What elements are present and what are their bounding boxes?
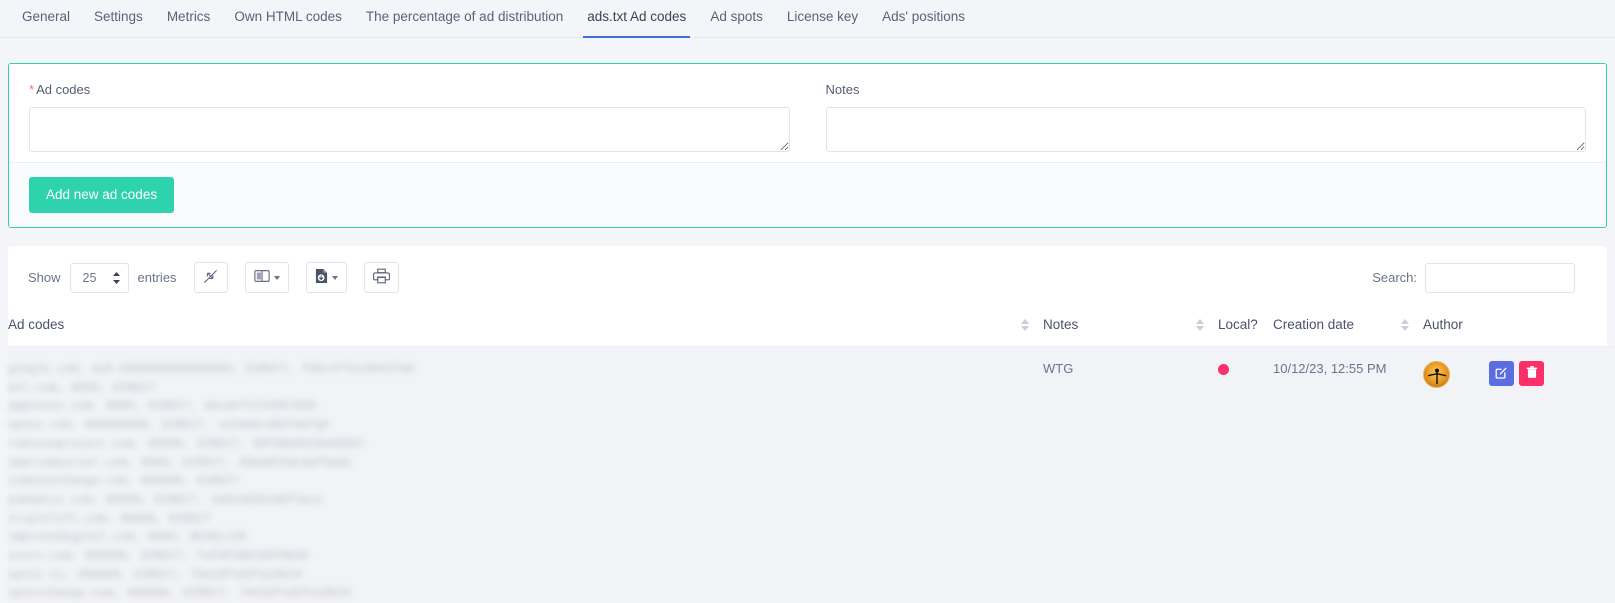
collapse-expand-icon	[203, 269, 218, 287]
column-visibility-button-group	[244, 262, 289, 293]
search-input[interactable]	[1425, 262, 1575, 293]
column-visibility-button[interactable]	[244, 262, 289, 293]
edit-icon	[1495, 366, 1508, 382]
show-label: Show	[28, 269, 61, 285]
delete-icon	[1526, 365, 1538, 382]
tab-ad-spots[interactable]: Ad spots	[698, 0, 775, 38]
tab-percentage-of-ad-distribution[interactable]: The percentage of ad distribution	[354, 0, 575, 38]
column-visibility-icon	[253, 269, 270, 286]
page-length-select-wrap: 10 25 50 100	[69, 262, 129, 293]
ad-codes-field-group: * Ad codes	[29, 82, 808, 152]
chevron-down-icon	[273, 275, 280, 280]
collapse-expand-button-group	[193, 262, 228, 293]
table-header-row: Ad codes Notes Local? Creation date Auth…	[8, 303, 1615, 347]
cell-creation-date: 10/12/23, 12:55 PM	[1273, 346, 1423, 603]
tab-settings[interactable]: Settings	[82, 0, 155, 38]
ad-codes-label: * Ad codes	[29, 82, 790, 98]
sort-arrows-icon	[1021, 318, 1029, 331]
column-header-local[interactable]: Local?	[1218, 303, 1273, 347]
ad-codes-table-card: Show 10 25 50 100 entries	[8, 246, 1615, 603]
entries-label: entries	[137, 269, 177, 285]
add-ad-codes-form: * Ad codes Notes Add new ad codes	[8, 63, 1607, 228]
search-label: Search:	[1372, 270, 1417, 285]
required-asterisk: *	[29, 82, 35, 97]
form-footer: Add new ad codes	[9, 162, 1606, 227]
notes-label: Notes	[825, 82, 860, 97]
export-file-icon	[315, 268, 328, 287]
settings-tabbar: General Settings Metrics Own HTML codes …	[0, 0, 1615, 38]
column-header-author[interactable]: Author	[1423, 303, 1615, 347]
export-file-button[interactable]	[305, 262, 347, 293]
print-icon	[372, 268, 390, 287]
sort-arrows-icon	[1401, 318, 1409, 331]
cell-notes: WTG	[1043, 346, 1218, 603]
cell-author	[1423, 346, 1615, 603]
table-toolbar: Show 10 25 50 100 entries	[8, 246, 1607, 303]
author-cell-content	[1423, 361, 1613, 388]
sort-arrows-icon	[1196, 318, 1204, 331]
page-length-select[interactable]: 10 25 50 100	[69, 262, 129, 293]
column-header-local-label: Local?	[1218, 317, 1258, 332]
tab-metrics[interactable]: Metrics	[155, 0, 223, 38]
notes-field-group: Notes	[808, 82, 1586, 152]
column-header-ad-codes[interactable]: Ad codes	[8, 303, 1043, 347]
print-button-group	[363, 262, 399, 293]
export-button-group	[305, 262, 347, 293]
table-row[interactable]: google.com, pub-0000000000000000, DIRECT…	[8, 346, 1615, 603]
toolbar-right-group: Search:	[1372, 262, 1587, 293]
edit-row-button[interactable]	[1489, 361, 1514, 386]
column-header-notes-label: Notes	[1043, 317, 1079, 332]
notes-input[interactable]	[825, 107, 1586, 152]
ad-codes-table: Ad codes Notes Local? Creation date Auth…	[8, 303, 1615, 603]
ad-codes-text-redacted: google.com, pub-0000000000000000, DIRECT…	[8, 363, 415, 601]
form-fields-row: * Ad codes Notes	[9, 64, 1606, 162]
column-header-ad-codes-label: Ad codes	[8, 317, 65, 332]
tab-own-html-codes[interactable]: Own HTML codes	[222, 0, 354, 38]
column-header-notes[interactable]: Notes	[1043, 303, 1218, 347]
avatar-figure-icon	[1427, 368, 1446, 385]
local-status-dot	[1218, 364, 1229, 375]
column-header-author-label: Author	[1423, 317, 1463, 332]
ad-codes-label-text: Ad codes	[36, 82, 91, 97]
ad-codes-input[interactable]	[29, 107, 790, 152]
chevron-down-icon	[331, 275, 338, 280]
row-action-buttons	[1489, 361, 1544, 386]
cell-local	[1218, 346, 1273, 603]
delete-row-button[interactable]	[1519, 361, 1544, 386]
tab-ads-positions[interactable]: Ads' positions	[870, 0, 977, 38]
column-header-creation-date-label: Creation date	[1273, 317, 1355, 332]
toolbar-left-group: Show 10 25 50 100 entries	[28, 262, 399, 293]
table-head: Ad codes Notes Local? Creation date Auth…	[8, 303, 1615, 347]
collapse-expand-button[interactable]	[193, 262, 228, 293]
avatar	[1423, 361, 1450, 388]
table-body: google.com, pub-0000000000000000, DIRECT…	[8, 346, 1615, 603]
cell-ad-codes: google.com, pub-0000000000000000, DIRECT…	[8, 346, 1043, 603]
column-header-creation-date[interactable]: Creation date	[1273, 303, 1423, 347]
add-new-ad-codes-button[interactable]: Add new ad codes	[29, 177, 175, 213]
tab-adstxt-ad-codes[interactable]: ads.txt Ad codes	[575, 0, 698, 38]
print-button[interactable]	[363, 262, 399, 293]
tab-general[interactable]: General	[10, 0, 82, 38]
tab-license-key[interactable]: License key	[775, 0, 870, 38]
